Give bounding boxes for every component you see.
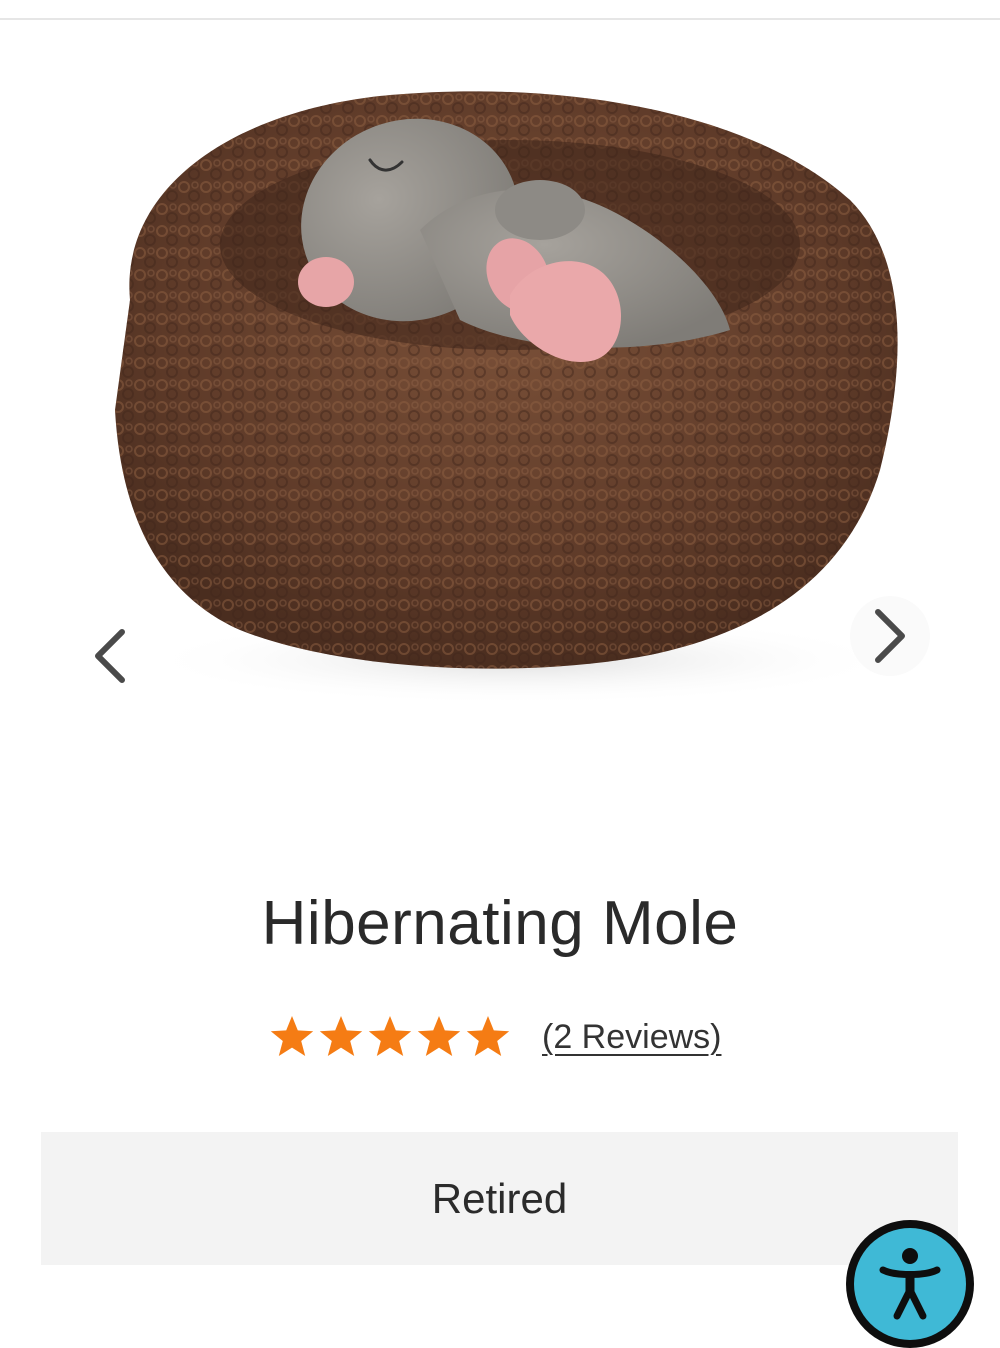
star-rating: [268, 1014, 512, 1060]
product-gallery[interactable]: [0, 20, 1000, 760]
status-label: Retired: [431, 1174, 568, 1222]
star-icon: [466, 1016, 510, 1056]
status-badge: Retired: [41, 1132, 958, 1265]
accessibility-icon: [879, 1248, 941, 1320]
product-image: [115, 91, 900, 705]
product-title: Hibernating Mole: [261, 889, 739, 958]
chevron-left-icon: [95, 629, 125, 683]
chevron-right-icon: [875, 609, 905, 663]
star-icon: [270, 1016, 314, 1056]
star-icon: [368, 1016, 412, 1056]
gallery-next-button[interactable]: [850, 596, 930, 676]
accessibility-button-face: [854, 1228, 966, 1340]
star-icon: [319, 1016, 363, 1056]
star-icon: [417, 1016, 461, 1056]
accessibility-button[interactable]: [846, 1220, 974, 1348]
gallery-prev-button[interactable]: [70, 616, 150, 696]
product-rating[interactable]: (2 Reviews): [268, 1012, 721, 1062]
reviews-link[interactable]: (2 Reviews): [542, 1018, 721, 1057]
